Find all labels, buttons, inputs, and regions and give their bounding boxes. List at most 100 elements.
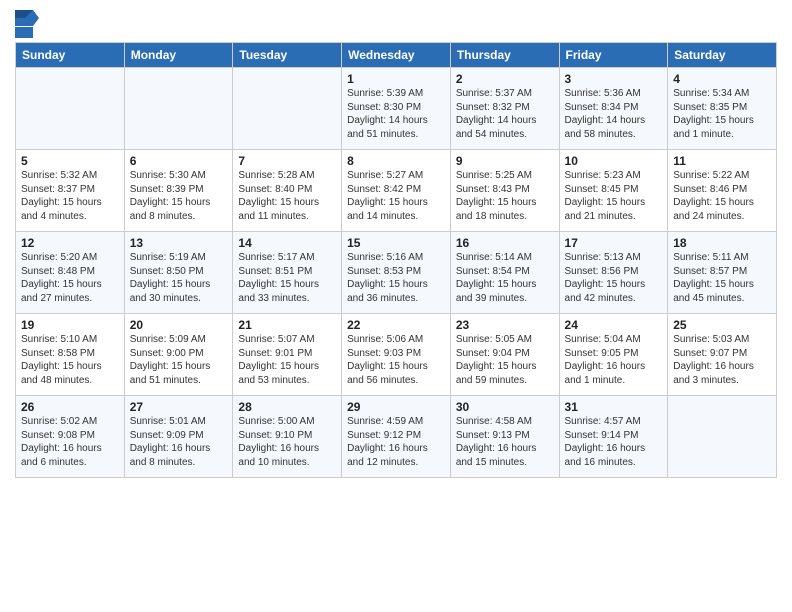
day-number: 27 bbox=[130, 400, 228, 414]
day-number: 19 bbox=[21, 318, 119, 332]
calendar-cell bbox=[124, 68, 233, 150]
day-number: 26 bbox=[21, 400, 119, 414]
logo-icon bbox=[15, 10, 39, 38]
calendar-cell: 17Sunrise: 5:13 AM Sunset: 8:56 PM Dayli… bbox=[559, 232, 668, 314]
weekday-saturday: Saturday bbox=[668, 43, 777, 68]
weekday-header-row: SundayMondayTuesdayWednesdayThursdayFrid… bbox=[16, 43, 777, 68]
day-number: 16 bbox=[456, 236, 554, 250]
day-info: Sunrise: 5:20 AM Sunset: 8:48 PM Dayligh… bbox=[21, 251, 119, 305]
calendar-cell: 7Sunrise: 5:28 AM Sunset: 8:40 PM Daylig… bbox=[233, 150, 342, 232]
day-info: Sunrise: 5:03 AM Sunset: 9:07 PM Dayligh… bbox=[673, 333, 771, 387]
day-number: 23 bbox=[456, 318, 554, 332]
calendar-cell: 28Sunrise: 5:00 AM Sunset: 9:10 PM Dayli… bbox=[233, 396, 342, 478]
day-info: Sunrise: 5:37 AM Sunset: 8:32 PM Dayligh… bbox=[456, 87, 554, 141]
weekday-wednesday: Wednesday bbox=[342, 43, 451, 68]
day-number: 5 bbox=[21, 154, 119, 168]
calendar-cell: 22Sunrise: 5:06 AM Sunset: 9:03 PM Dayli… bbox=[342, 314, 451, 396]
day-number: 7 bbox=[238, 154, 336, 168]
day-info: Sunrise: 5:04 AM Sunset: 9:05 PM Dayligh… bbox=[565, 333, 663, 387]
day-info: Sunrise: 5:32 AM Sunset: 8:37 PM Dayligh… bbox=[21, 169, 119, 223]
day-info: Sunrise: 5:28 AM Sunset: 8:40 PM Dayligh… bbox=[238, 169, 336, 223]
calendar-cell: 30Sunrise: 4:58 AM Sunset: 9:13 PM Dayli… bbox=[450, 396, 559, 478]
calendar-cell: 21Sunrise: 5:07 AM Sunset: 9:01 PM Dayli… bbox=[233, 314, 342, 396]
day-number: 15 bbox=[347, 236, 445, 250]
week-row-3: 19Sunrise: 5:10 AM Sunset: 8:58 PM Dayli… bbox=[16, 314, 777, 396]
weekday-tuesday: Tuesday bbox=[233, 43, 342, 68]
calendar-cell: 3Sunrise: 5:36 AM Sunset: 8:34 PM Daylig… bbox=[559, 68, 668, 150]
day-number: 1 bbox=[347, 72, 445, 86]
day-info: Sunrise: 5:00 AM Sunset: 9:10 PM Dayligh… bbox=[238, 415, 336, 469]
calendar-cell: 18Sunrise: 5:11 AM Sunset: 8:57 PM Dayli… bbox=[668, 232, 777, 314]
week-row-1: 5Sunrise: 5:32 AM Sunset: 8:37 PM Daylig… bbox=[16, 150, 777, 232]
day-info: Sunrise: 5:25 AM Sunset: 8:43 PM Dayligh… bbox=[456, 169, 554, 223]
day-info: Sunrise: 5:02 AM Sunset: 9:08 PM Dayligh… bbox=[21, 415, 119, 469]
calendar-cell: 23Sunrise: 5:05 AM Sunset: 9:04 PM Dayli… bbox=[450, 314, 559, 396]
calendar-cell: 6Sunrise: 5:30 AM Sunset: 8:39 PM Daylig… bbox=[124, 150, 233, 232]
day-number: 21 bbox=[238, 318, 336, 332]
calendar-cell bbox=[16, 68, 125, 150]
day-number: 25 bbox=[673, 318, 771, 332]
day-info: Sunrise: 4:59 AM Sunset: 9:12 PM Dayligh… bbox=[347, 415, 445, 469]
day-number: 11 bbox=[673, 154, 771, 168]
day-info: Sunrise: 5:17 AM Sunset: 8:51 PM Dayligh… bbox=[238, 251, 336, 305]
calendar-cell: 31Sunrise: 4:57 AM Sunset: 9:14 PM Dayli… bbox=[559, 396, 668, 478]
day-info: Sunrise: 5:16 AM Sunset: 8:53 PM Dayligh… bbox=[347, 251, 445, 305]
day-number: 22 bbox=[347, 318, 445, 332]
day-number: 3 bbox=[565, 72, 663, 86]
calendar-cell bbox=[668, 396, 777, 478]
header bbox=[15, 10, 777, 38]
day-number: 18 bbox=[673, 236, 771, 250]
day-number: 12 bbox=[21, 236, 119, 250]
day-number: 17 bbox=[565, 236, 663, 250]
calendar-cell: 27Sunrise: 5:01 AM Sunset: 9:09 PM Dayli… bbox=[124, 396, 233, 478]
day-number: 28 bbox=[238, 400, 336, 414]
day-number: 31 bbox=[565, 400, 663, 414]
calendar-cell: 12Sunrise: 5:20 AM Sunset: 8:48 PM Dayli… bbox=[16, 232, 125, 314]
calendar-cell: 29Sunrise: 4:59 AM Sunset: 9:12 PM Dayli… bbox=[342, 396, 451, 478]
calendar-cell: 20Sunrise: 5:09 AM Sunset: 9:00 PM Dayli… bbox=[124, 314, 233, 396]
day-info: Sunrise: 4:58 AM Sunset: 9:13 PM Dayligh… bbox=[456, 415, 554, 469]
calendar-cell: 8Sunrise: 5:27 AM Sunset: 8:42 PM Daylig… bbox=[342, 150, 451, 232]
calendar-cell: 13Sunrise: 5:19 AM Sunset: 8:50 PM Dayli… bbox=[124, 232, 233, 314]
calendar-table: SundayMondayTuesdayWednesdayThursdayFrid… bbox=[15, 42, 777, 478]
day-info: Sunrise: 5:30 AM Sunset: 8:39 PM Dayligh… bbox=[130, 169, 228, 223]
day-number: 9 bbox=[456, 154, 554, 168]
day-info: Sunrise: 5:01 AM Sunset: 9:09 PM Dayligh… bbox=[130, 415, 228, 469]
day-info: Sunrise: 4:57 AM Sunset: 9:14 PM Dayligh… bbox=[565, 415, 663, 469]
day-number: 20 bbox=[130, 318, 228, 332]
day-info: Sunrise: 5:11 AM Sunset: 8:57 PM Dayligh… bbox=[673, 251, 771, 305]
calendar-cell: 2Sunrise: 5:37 AM Sunset: 8:32 PM Daylig… bbox=[450, 68, 559, 150]
calendar-cell: 14Sunrise: 5:17 AM Sunset: 8:51 PM Dayli… bbox=[233, 232, 342, 314]
day-number: 24 bbox=[565, 318, 663, 332]
week-row-0: 1Sunrise: 5:39 AM Sunset: 8:30 PM Daylig… bbox=[16, 68, 777, 150]
day-info: Sunrise: 5:36 AM Sunset: 8:34 PM Dayligh… bbox=[565, 87, 663, 141]
calendar-cell: 5Sunrise: 5:32 AM Sunset: 8:37 PM Daylig… bbox=[16, 150, 125, 232]
calendar-cell: 15Sunrise: 5:16 AM Sunset: 8:53 PM Dayli… bbox=[342, 232, 451, 314]
weekday-monday: Monday bbox=[124, 43, 233, 68]
calendar-cell: 24Sunrise: 5:04 AM Sunset: 9:05 PM Dayli… bbox=[559, 314, 668, 396]
day-info: Sunrise: 5:19 AM Sunset: 8:50 PM Dayligh… bbox=[130, 251, 228, 305]
calendar-cell bbox=[233, 68, 342, 150]
day-info: Sunrise: 5:39 AM Sunset: 8:30 PM Dayligh… bbox=[347, 87, 445, 141]
calendar-cell: 10Sunrise: 5:23 AM Sunset: 8:45 PM Dayli… bbox=[559, 150, 668, 232]
logo bbox=[15, 10, 43, 38]
calendar-cell: 16Sunrise: 5:14 AM Sunset: 8:54 PM Dayli… bbox=[450, 232, 559, 314]
day-info: Sunrise: 5:13 AM Sunset: 8:56 PM Dayligh… bbox=[565, 251, 663, 305]
day-info: Sunrise: 5:14 AM Sunset: 8:54 PM Dayligh… bbox=[456, 251, 554, 305]
calendar-cell: 9Sunrise: 5:25 AM Sunset: 8:43 PM Daylig… bbox=[450, 150, 559, 232]
week-row-4: 26Sunrise: 5:02 AM Sunset: 9:08 PM Dayli… bbox=[16, 396, 777, 478]
day-info: Sunrise: 5:34 AM Sunset: 8:35 PM Dayligh… bbox=[673, 87, 771, 141]
day-info: Sunrise: 5:23 AM Sunset: 8:45 PM Dayligh… bbox=[565, 169, 663, 223]
calendar-cell: 19Sunrise: 5:10 AM Sunset: 8:58 PM Dayli… bbox=[16, 314, 125, 396]
day-info: Sunrise: 5:06 AM Sunset: 9:03 PM Dayligh… bbox=[347, 333, 445, 387]
day-number: 10 bbox=[565, 154, 663, 168]
weekday-thursday: Thursday bbox=[450, 43, 559, 68]
weekday-sunday: Sunday bbox=[16, 43, 125, 68]
calendar-cell: 4Sunrise: 5:34 AM Sunset: 8:35 PM Daylig… bbox=[668, 68, 777, 150]
day-info: Sunrise: 5:09 AM Sunset: 9:00 PM Dayligh… bbox=[130, 333, 228, 387]
page: SundayMondayTuesdayWednesdayThursdayFrid… bbox=[0, 0, 792, 488]
day-info: Sunrise: 5:07 AM Sunset: 9:01 PM Dayligh… bbox=[238, 333, 336, 387]
day-info: Sunrise: 5:22 AM Sunset: 8:46 PM Dayligh… bbox=[673, 169, 771, 223]
calendar-cell: 1Sunrise: 5:39 AM Sunset: 8:30 PM Daylig… bbox=[342, 68, 451, 150]
calendar-cell: 11Sunrise: 5:22 AM Sunset: 8:46 PM Dayli… bbox=[668, 150, 777, 232]
